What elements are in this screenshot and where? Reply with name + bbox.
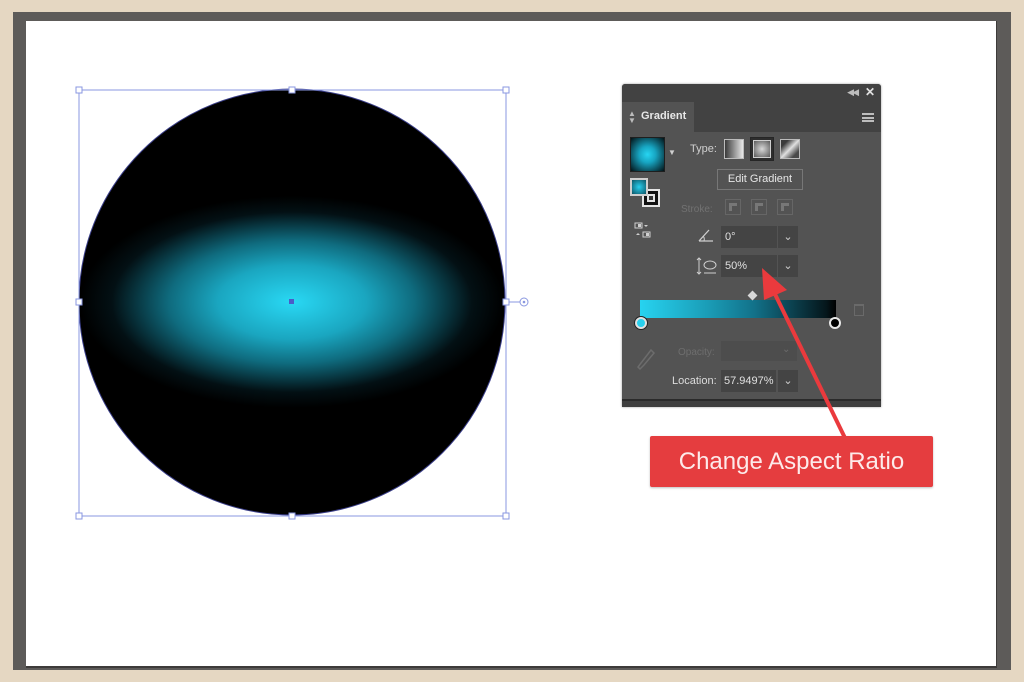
rotate-handle-dot bbox=[522, 300, 526, 304]
stroke-within-button[interactable] bbox=[725, 199, 741, 215]
angle-icon bbox=[698, 229, 713, 242]
tab-gradient-label: Gradient bbox=[641, 110, 687, 122]
eyedropper-icon[interactable] bbox=[636, 348, 656, 372]
reverse-gradient-icon[interactable] bbox=[634, 222, 652, 238]
close-panel-icon[interactable]: ✕ bbox=[865, 85, 875, 99]
gradient-preset-dropdown-icon[interactable]: ▼ bbox=[668, 148, 676, 157]
linear-gradient-button[interactable] bbox=[724, 139, 744, 159]
center-point[interactable] bbox=[289, 299, 294, 304]
type-label: Type: bbox=[690, 143, 717, 155]
edit-gradient-button[interactable]: Edit Gradient bbox=[717, 169, 803, 190]
handle-top-right[interactable] bbox=[502, 86, 510, 94]
delete-stop-trash-icon[interactable] bbox=[854, 304, 864, 316]
location-input[interactable]: 57.9497% bbox=[721, 370, 776, 392]
tab-gradient[interactable]: ▲ ▼ Gradient bbox=[622, 102, 694, 132]
aspect-ratio-icon bbox=[696, 257, 717, 275]
handle-bottom-center[interactable] bbox=[288, 512, 296, 520]
handle-bottom-left[interactable] bbox=[75, 512, 83, 520]
tab-expand-icon[interactable]: ▲ ▼ bbox=[628, 110, 636, 125]
panel-menu-icon[interactable] bbox=[862, 113, 874, 122]
gradient-midpoint-diamond[interactable] bbox=[747, 290, 758, 301]
freeform-gradient-button[interactable] bbox=[780, 139, 800, 159]
gradient-slider[interactable] bbox=[640, 300, 836, 318]
stroke-across-button[interactable] bbox=[777, 199, 793, 215]
handle-top-left[interactable] bbox=[75, 86, 83, 94]
handle-bottom-right[interactable] bbox=[502, 512, 510, 520]
radial-gradient-icon bbox=[753, 140, 771, 158]
gradient-preview-swatch[interactable] bbox=[630, 137, 665, 172]
collapse-panel-icon[interactable]: ◀◀ bbox=[847, 87, 859, 98]
gradient-panel: ◀◀ ✕ ▲ ▼ Gradient ▼ Type: Edit Gradient S… bbox=[622, 84, 881, 407]
angle-input[interactable]: 0° bbox=[721, 226, 777, 248]
opacity-dropdown-chevron-icon[interactable]: ⌄ bbox=[782, 344, 790, 355]
handle-middle-right[interactable] bbox=[502, 298, 510, 306]
angle-dropdown-chevron-icon[interactable]: ⌄ bbox=[778, 226, 798, 248]
gradient-stop-black[interactable] bbox=[829, 317, 841, 329]
location-dropdown-chevron-icon[interactable]: ⌄ bbox=[778, 370, 798, 392]
panel-title-bar[interactable]: ◀◀ ✕ bbox=[622, 84, 881, 102]
panel-footer bbox=[622, 399, 881, 407]
aspect-ratio-dropdown-chevron-icon[interactable]: ⌄ bbox=[778, 255, 798, 277]
gradient-stop-cyan[interactable] bbox=[635, 317, 647, 329]
callout-label: Change Aspect Ratio bbox=[650, 436, 933, 487]
radial-gradient-button[interactable] bbox=[750, 137, 774, 161]
handle-top-center[interactable] bbox=[288, 86, 296, 94]
handle-middle-left[interactable] bbox=[75, 298, 83, 306]
opacity-label: Opacity: bbox=[678, 347, 715, 358]
fill-swatch[interactable] bbox=[630, 178, 648, 196]
location-label: Location: bbox=[672, 375, 717, 387]
aspect-ratio-input[interactable]: 50% bbox=[721, 255, 777, 277]
stroke-label: Stroke: bbox=[681, 204, 713, 215]
stroke-along-button[interactable] bbox=[751, 199, 767, 215]
panel-tab-strip: ▲ ▼ Gradient bbox=[622, 102, 881, 132]
